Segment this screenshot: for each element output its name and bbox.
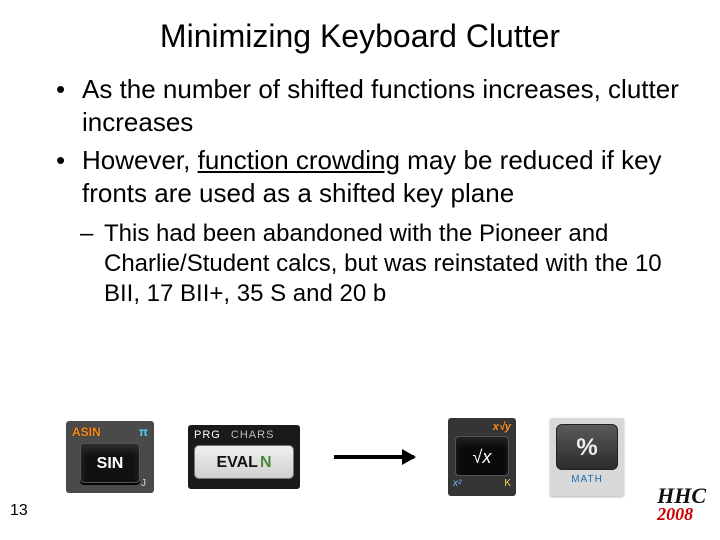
key-percent-cap: % bbox=[556, 424, 618, 470]
bullet-2-underline: function crowding bbox=[198, 145, 400, 175]
slide-body: As the number of shifted functions incre… bbox=[0, 73, 720, 309]
key-sin-cap: SIN bbox=[80, 443, 140, 483]
key-eval-cap: EVALN bbox=[194, 445, 294, 479]
bullet-list: As the number of shifted functions incre… bbox=[56, 73, 680, 309]
key-sin-shift-right: π bbox=[139, 425, 148, 439]
conference-logo: HHC 2008 bbox=[657, 486, 706, 522]
key-sqrt-shift-bl: x² bbox=[453, 478, 461, 489]
key-eval-shift-row: PRG CHARS bbox=[194, 429, 294, 441]
key-eval-suffix: N bbox=[260, 454, 272, 471]
key-eval-shift-right: CHARS bbox=[231, 429, 275, 441]
key-sin-shift-row: ASIN π bbox=[72, 425, 148, 439]
page-number: 13 bbox=[10, 502, 28, 520]
bullet-1: As the number of shifted functions incre… bbox=[56, 73, 680, 138]
bullet-2: However, function crowding may be reduce… bbox=[56, 144, 680, 209]
subbullet-1: This had been abandoned with the Pioneer… bbox=[56, 219, 680, 309]
key-sin: ASIN π SIN J bbox=[66, 421, 154, 493]
logo-line1: HHC bbox=[657, 486, 706, 506]
slide-title: Minimizing Keyboard Clutter bbox=[0, 18, 720, 55]
key-percent-front: MATH bbox=[556, 474, 618, 485]
key-eval: PRG CHARS EVALN bbox=[188, 425, 300, 489]
key-sqrt-shift-top: x√y bbox=[453, 421, 511, 433]
key-sin-shift-left: ASIN bbox=[72, 425, 101, 439]
logo-line2: 2008 bbox=[657, 506, 706, 522]
key-sqrt-bottom-row: x² K bbox=[453, 478, 511, 489]
bullet-2-pre: However, bbox=[82, 145, 198, 175]
key-row: ASIN π SIN J PRG CHARS EVALN x√y √x x² K bbox=[66, 418, 624, 496]
key-percent: % MATH bbox=[550, 418, 624, 496]
key-sin-front: J bbox=[141, 478, 146, 489]
arrow-icon bbox=[334, 455, 414, 459]
key-eval-shift-left: PRG bbox=[194, 429, 221, 441]
key-eval-main: EVAL bbox=[216, 454, 257, 471]
slide: Minimizing Keyboard Clutter As the numbe… bbox=[0, 0, 720, 540]
key-sqrt-cap: √x bbox=[455, 436, 509, 476]
key-sqrt-shift-br: K bbox=[504, 478, 511, 489]
key-sqrt: x√y √x x² K bbox=[448, 418, 516, 496]
